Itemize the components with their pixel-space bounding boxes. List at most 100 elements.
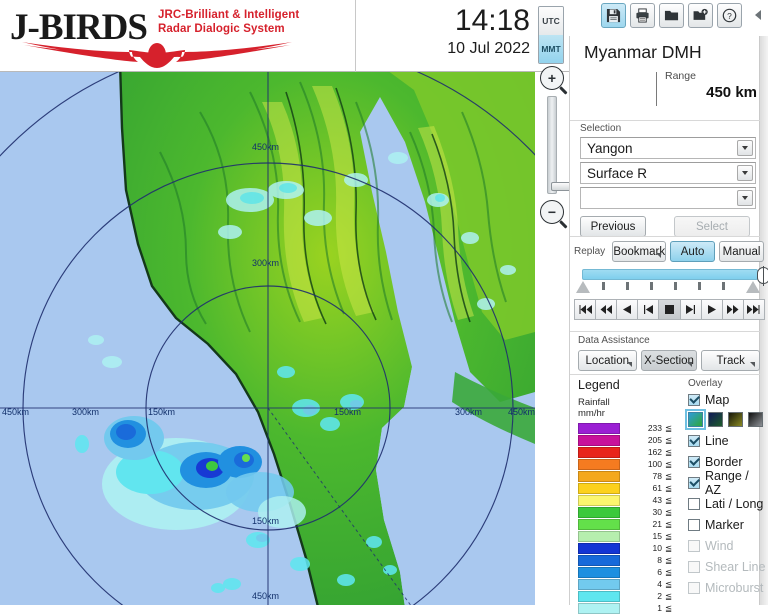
overlay-item-wind: Wind (688, 535, 766, 556)
selection-group: Selection Yangon Surface R Previous Sele… (580, 123, 756, 237)
overlay-item-lati-long[interactable]: Lati / Long (688, 493, 766, 514)
save-button[interactable] (601, 3, 626, 28)
map-theme-green[interactable] (688, 412, 703, 427)
rewind-button[interactable] (595, 299, 617, 320)
manual-mode-button[interactable]: Manual (719, 241, 764, 262)
legend-swatch (578, 543, 620, 554)
overlay-item-marker[interactable]: Marker (688, 514, 766, 535)
overlay-title: Overlay (688, 378, 766, 389)
legend-row: 100≦ (578, 458, 688, 470)
legend-swatch (578, 591, 620, 602)
fast-forward-button[interactable] (722, 299, 744, 320)
checkbox-icon[interactable] (688, 519, 700, 531)
map-theme-gray[interactable] (748, 412, 763, 427)
select-button[interactable]: Select (674, 216, 750, 237)
chevron-down-icon[interactable] (737, 140, 753, 156)
overlay-item-map[interactable]: Map (688, 389, 766, 410)
print-icon (635, 8, 650, 23)
logo-tagline: JRC-Brilliant & Intelligent Radar Dialog… (158, 8, 299, 36)
replay-timeline[interactable] (574, 269, 764, 297)
skip-to-start-button[interactable] (574, 299, 596, 320)
x-section-button[interactable]: X-Section (641, 350, 698, 371)
overlay-item-range-az[interactable]: Range / AZ (688, 472, 766, 493)
ring-label-300-right: 300km (455, 407, 482, 417)
overlay-item-label: Map (705, 393, 729, 407)
legend-row: 15≦ (578, 530, 688, 542)
selection-label: Selection (580, 123, 756, 134)
bookmark-button[interactable]: Bookmark (612, 241, 666, 262)
previous-button[interactable]: Previous (580, 216, 646, 237)
legend-swatch (578, 435, 620, 446)
track-button[interactable]: Track (701, 350, 760, 371)
timezone-utc-button[interactable]: UTC (539, 7, 563, 35)
timezone-mmt-button[interactable]: MMT (539, 35, 563, 63)
legend-row: 30≦ (578, 506, 688, 518)
overlay-item-label: Line (705, 434, 729, 448)
replay-group: Replay Bookmark Auto Manual (574, 241, 764, 320)
legend-le-symbol: ≦ (665, 507, 672, 518)
skip-to-end-button[interactable] (743, 299, 765, 320)
legend-swatch (578, 483, 620, 494)
legend-swatch (578, 459, 620, 470)
checkbox-icon[interactable] (688, 456, 700, 468)
legend-swatch (578, 507, 620, 518)
chevron-down-icon[interactable] (737, 190, 753, 206)
stop-button[interactable] (658, 299, 680, 320)
legend-value: 21 (620, 519, 662, 529)
add-folder-button[interactable] (688, 3, 713, 28)
ring-label-450-bottom: 450km (252, 591, 279, 601)
overlay-item-label: Shear Line (705, 560, 765, 574)
replay-slider-track[interactable] (582, 269, 758, 280)
legend-value: 4 (620, 579, 662, 589)
legend-le-symbol: ≦ (665, 567, 672, 578)
help-button[interactable]: ? (717, 3, 742, 28)
radar-map[interactable]: 450km 300km 150km 150km 300km 450km 450k… (0, 72, 535, 605)
previous-frame-button[interactable] (637, 299, 659, 320)
step-back-button[interactable] (616, 299, 638, 320)
map-theme-swatches (688, 412, 766, 427)
chevron-down-icon[interactable] (737, 165, 753, 181)
prev-frame-icon (643, 305, 654, 314)
legend-panel: Legend Rainfall mm/hr 233≦205≦162≦100≦78… (578, 378, 688, 614)
zoom-out-button[interactable]: − (540, 200, 564, 224)
map-theme-navy[interactable] (708, 412, 723, 427)
checkbox-icon[interactable] (688, 498, 700, 510)
open-folder-button[interactable] (659, 3, 684, 28)
location-button[interactable]: Location (578, 350, 637, 371)
legend-row: 233≦ (578, 422, 688, 434)
skip-end-icon (747, 305, 760, 314)
elevation-select[interactable] (580, 187, 756, 209)
print-button[interactable] (630, 3, 655, 28)
checkbox-icon[interactable] (688, 477, 700, 489)
header-divider (355, 0, 356, 72)
map-zoom-controls[interactable]: + − (536, 66, 569, 226)
site-select[interactable]: Yangon (580, 137, 756, 159)
legend-swatch (578, 447, 620, 458)
zoom-in-button[interactable]: + (540, 66, 564, 90)
play-back-icon (622, 305, 632, 314)
checkbox-icon[interactable] (688, 435, 700, 447)
fast-forward-icon (726, 305, 739, 314)
checkbox-icon[interactable] (688, 394, 700, 406)
auto-mode-button[interactable]: Auto (670, 241, 715, 262)
legend-title: Legend (578, 378, 688, 392)
next-frame-button[interactable] (680, 299, 702, 320)
map-theme-olive[interactable] (728, 412, 743, 427)
overlay-item-line[interactable]: Line (688, 430, 766, 451)
collapse-panel-icon[interactable] (755, 10, 761, 20)
legend-le-symbol: ≦ (665, 603, 672, 614)
legend-value: 30 (620, 507, 662, 517)
legend-unit-line2: mm/hr (578, 408, 688, 419)
timezone-toggle[interactable]: UTC MMT (538, 6, 564, 64)
play-button[interactable] (701, 299, 723, 320)
zoom-in-icon: + (548, 70, 556, 86)
range-readout: Range 450 km (665, 70, 757, 101)
skip-start-icon (579, 305, 592, 314)
product-select[interactable]: Surface R (580, 162, 756, 184)
legend-value: 233 (620, 423, 662, 433)
legend-le-symbol: ≦ (665, 471, 672, 482)
product-select-value: Surface R (581, 166, 647, 181)
zoom-slider-track[interactable] (547, 96, 557, 194)
logo-tagline-line1: JRC-Brilliant & Intelligent (158, 8, 299, 22)
overlay-item-label: Border (705, 455, 743, 469)
